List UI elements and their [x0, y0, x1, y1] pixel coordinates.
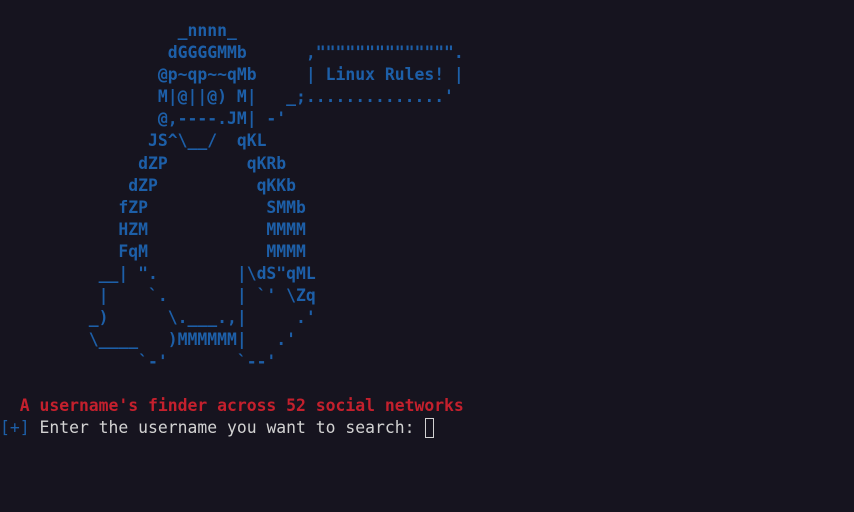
prompt-label: Enter the username you want to search: [29, 418, 425, 437]
tux-ascii-art: _nnnn_ dGGGGMMb ,"""""""""""""". @p~qp~~… [88, 21, 464, 372]
tool-tagline: A username's finder across 52 social net… [0, 396, 464, 415]
username-prompt[interactable]: [+] Enter the username you want to searc… [0, 417, 435, 439]
prompt-marker: [+] [0, 418, 30, 437]
text-cursor[interactable] [425, 418, 435, 439]
terminal-window[interactable]: _nnnn_ dGGGGMMb ,"""""""""""""". @p~qp~~… [0, 0, 854, 512]
